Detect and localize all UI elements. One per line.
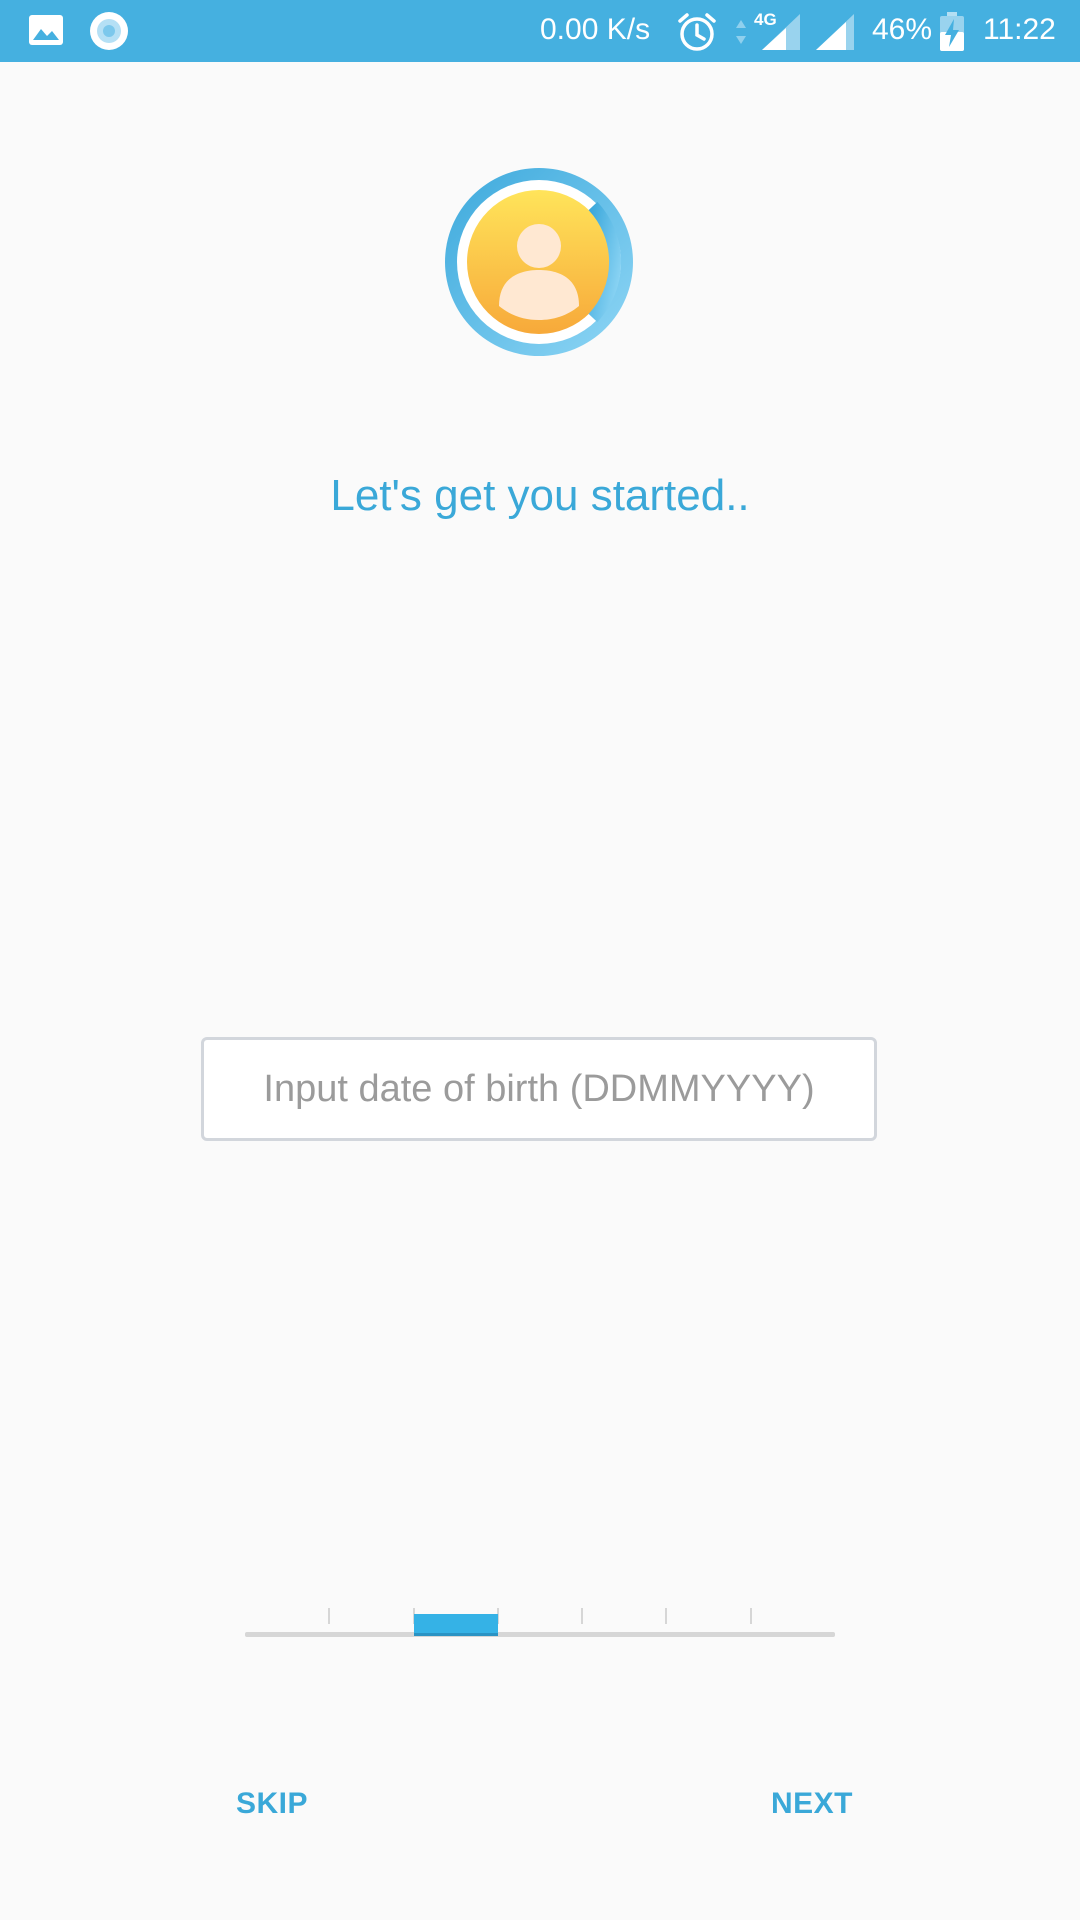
skip-button[interactable]: SKIP: [236, 1782, 308, 1826]
gallery-icon: [28, 12, 64, 53]
page-title: Let's get you started..: [330, 471, 750, 520]
progress-stepper: [245, 1600, 835, 1640]
progress-track: [245, 1632, 835, 1637]
battery-level: 46%: [872, 13, 933, 46]
battery-charging-icon: [938, 12, 966, 57]
data-arrows-icon: [734, 18, 748, 51]
dob-input[interactable]: [201, 1037, 877, 1141]
app-notification-icon: [89, 11, 129, 56]
status-bar: 0.00 K/s 4G 46% 11:22: [0, 0, 1080, 62]
network-type: 4G: [754, 10, 777, 29]
progress-active-step: [414, 1614, 498, 1636]
next-button[interactable]: NEXT: [771, 1782, 853, 1826]
progress-tick: [328, 1608, 330, 1624]
progress-tick: [750, 1608, 752, 1624]
progress-tick: [581, 1608, 583, 1624]
progress-tick: [665, 1608, 667, 1624]
signal-icon: [812, 10, 858, 57]
avatar: [443, 166, 635, 358]
network-speed: 0.00 K/s: [540, 13, 651, 46]
clock: 11:22: [983, 13, 1056, 46]
user-avatar-icon: [445, 168, 633, 356]
alarm-icon: [676, 11, 718, 58]
